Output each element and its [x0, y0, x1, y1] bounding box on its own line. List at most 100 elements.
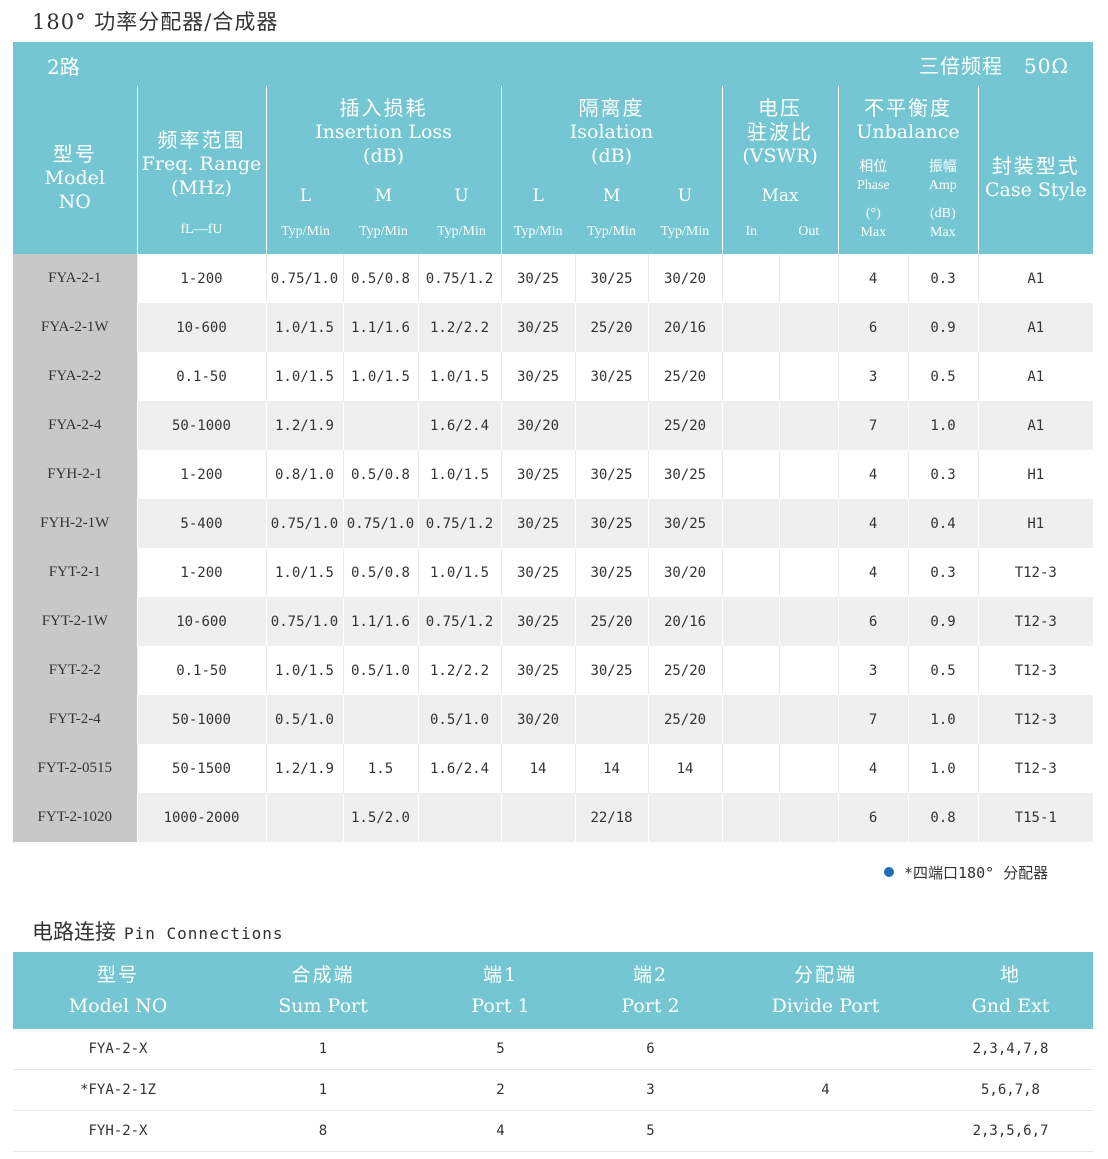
- model-cell: FYT-2-1: [13, 548, 137, 597]
- table-cell: [342, 401, 418, 450]
- table-cell: 30/20: [500, 401, 576, 450]
- table-row: FYT-2-2 0.1-50 1.0/1.5 0.5/1.0 1.2/2.2 30/25 3…: [13, 646, 1094, 695]
- table-cell: T12-3: [977, 744, 1094, 793]
- footnote-text: *四端口180° 分配器: [904, 864, 1049, 882]
- table-cell: [778, 548, 839, 597]
- table-cell: 7: [837, 695, 909, 744]
- table-cell: 30/25: [500, 450, 576, 499]
- pin-row: *FYA-2-1Z 1 2 3 4 5,6,7,8: [13, 1069, 1093, 1111]
- table-cell: 0.75/1.0: [265, 597, 343, 646]
- pin-cell: 2: [423, 1069, 578, 1111]
- model-cell: FYA-2-2: [13, 352, 137, 401]
- table-cell: 0.75/1.2: [417, 254, 502, 303]
- pin-header-cell: 分配端 Divide Port: [723, 952, 928, 1029]
- model-cell: FYT-2-4: [13, 695, 137, 744]
- pin-cell: 2,3,5,6,7: [928, 1110, 1093, 1152]
- table-row: FYT-2-1020 1000-2000 1.5/2.0 22/18 6 0.8 T15-1: [13, 793, 1094, 842]
- header-isolation: 隔离度 Isolation (dB) L M U Typ/Min Typ/Min…: [500, 86, 723, 254]
- pin-title-en: Pin Connections: [124, 924, 284, 943]
- pin-cell: 4: [723, 1069, 928, 1111]
- pin-row: FYA-2-X 1 5 6 2,3,4,7,8: [13, 1029, 1093, 1070]
- table-cell: 1.0/1.5: [265, 646, 343, 695]
- table-cell: 0.3: [907, 548, 979, 597]
- table-cell: 1.2/1.9: [265, 401, 343, 450]
- table-cell: 0.1-50: [136, 352, 266, 401]
- table-row: FYA-2-1W 10-600 1.0/1.5 1.1/1.6 1.2/2.2 30/25…: [13, 303, 1094, 352]
- table-cell: 25/20: [647, 352, 723, 401]
- table-cell: [778, 254, 839, 303]
- model-cell: FYA-2-1W: [13, 303, 137, 352]
- model-cell: FYH-2-1: [13, 450, 137, 499]
- table-cell: 30/25: [574, 646, 649, 695]
- table-cell: 30/25: [647, 499, 723, 548]
- model-cell: FYT-2-0515: [13, 744, 137, 793]
- table-cell: 14: [574, 744, 649, 793]
- pin-cell: *FYA-2-1Z: [13, 1069, 223, 1111]
- table-cell: 1.0/1.5: [417, 548, 502, 597]
- table-cell: [721, 303, 780, 352]
- table-cell: 30/25: [500, 352, 576, 401]
- model-cell: FYT-2-1W: [13, 597, 137, 646]
- table-cell: 0.4: [907, 499, 979, 548]
- pin-cell: 5: [578, 1110, 723, 1152]
- table-cell: 1000-2000: [136, 793, 266, 842]
- table-cell: 30/25: [647, 450, 723, 499]
- table-cell: 4: [837, 254, 909, 303]
- table-cell: 22/18: [574, 793, 649, 842]
- table-cell: 30/20: [647, 548, 723, 597]
- table-cell: 5-400: [136, 499, 266, 548]
- table-cell: 1.0: [907, 744, 979, 793]
- table-cell: 7: [837, 401, 909, 450]
- table-cell: 4: [837, 450, 909, 499]
- table-cell: 0.75/1.0: [265, 254, 343, 303]
- table-cell: [778, 401, 839, 450]
- table-cell: 1.6/2.4: [417, 744, 502, 793]
- table-cell: 1.2/1.9: [265, 744, 343, 793]
- table-cell: T12-3: [977, 548, 1094, 597]
- header-freq-range: 频率范围 Freq. Range (MHz) fL—fU: [136, 86, 266, 254]
- table-cell: [778, 695, 839, 744]
- table-cell: 30/25: [574, 450, 649, 499]
- table-cell: 0.5/0.8: [342, 548, 418, 597]
- pin-cell: 8: [223, 1110, 423, 1152]
- pin-table: 型号 Model NO 合成端 Sum Port 端1 Port 1 端2 Port 2 分配端…: [13, 952, 1093, 1152]
- table-cell: 1.0/1.5: [342, 352, 418, 401]
- table-cell: 25/20: [574, 597, 649, 646]
- pin-cell: 2,3,4,7,8: [928, 1029, 1093, 1070]
- page-title: 180° 功率分配器/合成器: [32, 10, 279, 34]
- table-cell: [342, 695, 418, 744]
- table-cell: 30/25: [500, 548, 576, 597]
- table-cell: [721, 744, 780, 793]
- table-cell: 0.8/1.0: [265, 450, 343, 499]
- table-cell: 14: [500, 744, 576, 793]
- table-cell: 1.1/1.6: [342, 597, 418, 646]
- table-row: FYH-2-1W 5-400 0.75/1.0 0.75/1.0 0.75/1.2 30/…: [13, 499, 1094, 548]
- table-cell: 30/25: [500, 499, 576, 548]
- table-cell: 1.0/1.5: [265, 548, 343, 597]
- table-cell: [721, 499, 780, 548]
- footnote: *四端口180° 分配器: [884, 862, 1048, 883]
- spec-table: 型号 Model NO 频率范围 Freq. Range (MHz) fL—fU: [13, 86, 1094, 842]
- table-cell: [778, 793, 839, 842]
- pin-header-cell: 端2 Port 2: [578, 952, 723, 1029]
- table-cell: 1.2/2.2: [417, 646, 502, 695]
- table-cell: [721, 793, 780, 842]
- table-cell: T15-1: [977, 793, 1094, 842]
- table-cell: 30/25: [500, 303, 576, 352]
- table-cell: 1.0/1.5: [417, 450, 502, 499]
- table-cell: 1-200: [136, 254, 266, 303]
- table-cell: 50-1000: [136, 401, 266, 450]
- pin-cell: [723, 1110, 928, 1152]
- table-cell: 1.0/1.5: [265, 352, 343, 401]
- table-cell: A1: [977, 401, 1094, 450]
- table-cell: [647, 793, 723, 842]
- table-row: FYA-2-1 1-200 0.75/1.0 0.5/0.8 0.75/1.2 30/25…: [13, 254, 1094, 303]
- table-cell: T12-3: [977, 695, 1094, 744]
- table-cell: 0.5/0.8: [342, 450, 418, 499]
- table-cell: 10-600: [136, 303, 266, 352]
- table-cell: 0.9: [907, 303, 979, 352]
- table-cell: 30/20: [500, 695, 576, 744]
- section-banner: 2路 三倍频程 50Ω: [13, 42, 1093, 86]
- table-cell: H1: [977, 450, 1094, 499]
- table-cell: [265, 793, 343, 842]
